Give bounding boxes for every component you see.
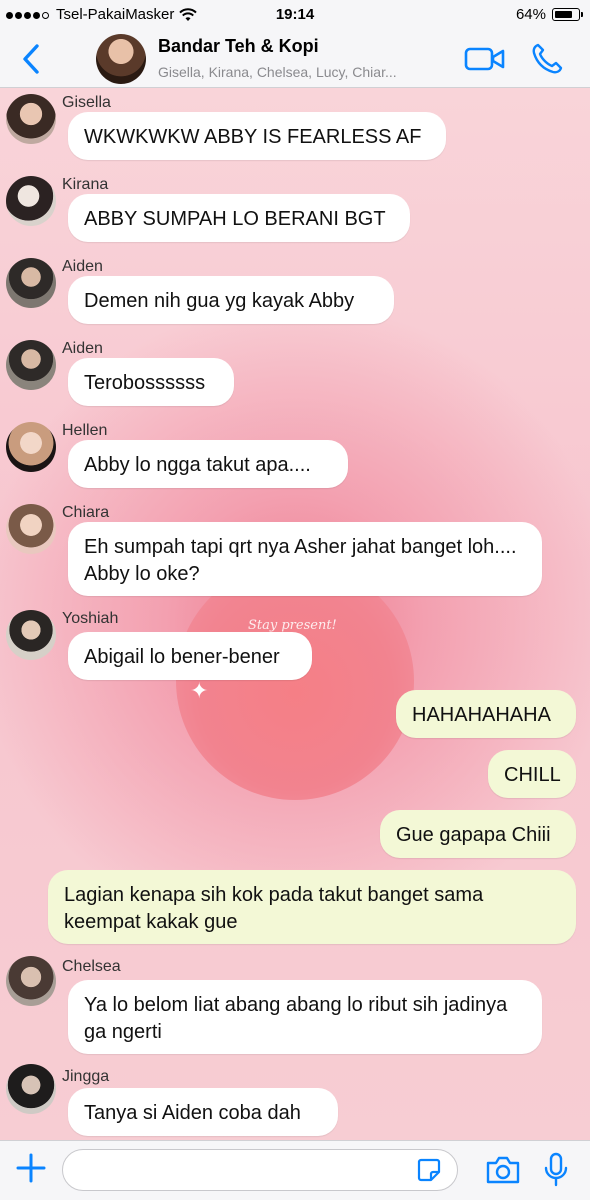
battery-icon xyxy=(552,8,583,21)
message-bubble[interactable]: ABBY SUMPAH LO BERANI BGT xyxy=(68,194,410,242)
sender-name: Aiden xyxy=(62,258,103,275)
message-bubble[interactable]: Terobossssss xyxy=(68,358,234,406)
message-bubble-outgoing[interactable]: Lagian kenapa sih kok pada takut banget … xyxy=(48,870,576,944)
message-bubble-outgoing[interactable]: HAHAHAHAHA xyxy=(396,690,576,738)
group-title[interactable]: Bandar Teh & Kopi xyxy=(158,36,319,57)
chat-header: Bandar Teh & Kopi Gisella, Kirana, Chels… xyxy=(0,30,590,88)
message-list[interactable]: Stay present! ✦ Gisella WKWKWKW ABBY IS … xyxy=(0,88,590,1140)
group-avatar[interactable] xyxy=(96,34,146,84)
wallpaper-watermark: Stay present! xyxy=(248,618,337,633)
background-orb xyxy=(176,562,414,800)
avatar[interactable] xyxy=(6,610,56,660)
message-bubble[interactable]: Ya lo belom liat abang abang lo ribut si… xyxy=(68,980,542,1054)
avatar[interactable] xyxy=(6,422,56,472)
composer-bar xyxy=(0,1140,590,1200)
message-bubble[interactable]: Demen nih gua yg kayak Abby xyxy=(68,276,394,324)
battery-percent: 64% xyxy=(515,6,546,23)
video-camera-icon[interactable] xyxy=(464,44,506,74)
avatar[interactable] xyxy=(6,1064,56,1114)
message-bubble[interactable]: Abby lo ngga takut apa.... xyxy=(68,440,348,488)
message-bubble[interactable]: Abigail lo bener-bener xyxy=(68,632,312,680)
avatar[interactable] xyxy=(6,956,56,1006)
message-bubble-outgoing[interactable]: Gue gapapa Chiii xyxy=(380,810,576,858)
message-bubble[interactable]: WKWKWKW ABBY IS FEARLESS AF xyxy=(68,112,446,160)
status-bar: Tsel-PakaiMasker 19:14 64% xyxy=(0,0,590,30)
sender-name: Aiden xyxy=(62,340,103,357)
message-bubble[interactable]: Tanya si Aiden coba dah xyxy=(68,1088,338,1136)
clock: 19:14 xyxy=(275,6,315,23)
avatar[interactable] xyxy=(6,258,56,308)
message-bubble-outgoing[interactable]: CHILL xyxy=(488,750,576,798)
chevron-left-icon[interactable] xyxy=(18,42,48,76)
avatar[interactable] xyxy=(6,176,56,226)
sender-name: Chiara xyxy=(62,504,110,521)
sparkle-icon: ✦ xyxy=(190,678,209,703)
camera-icon[interactable] xyxy=(484,1153,522,1187)
message-input[interactable] xyxy=(62,1149,458,1191)
plus-icon[interactable] xyxy=(14,1151,48,1185)
message-bubble[interactable]: Eh sumpah tapi qrt nya Asher jahat bange… xyxy=(68,522,542,596)
sender-name: Gisella xyxy=(62,94,111,111)
phone-icon[interactable] xyxy=(530,42,564,76)
sender-name: Hellen xyxy=(62,422,108,439)
sender-name: Chelsea xyxy=(62,958,121,975)
sender-name: Kirana xyxy=(62,176,109,193)
sender-name: Yoshiah xyxy=(62,610,119,627)
microphone-icon[interactable] xyxy=(542,1151,570,1189)
sender-name: Jingga xyxy=(62,1068,110,1085)
sticker-icon[interactable] xyxy=(416,1157,442,1183)
group-members[interactable]: Gisella, Kirana, Chelsea, Lucy, Chiar... xyxy=(158,64,438,80)
avatar[interactable] xyxy=(6,340,56,390)
avatar[interactable] xyxy=(6,504,56,554)
avatar[interactable] xyxy=(6,94,56,144)
